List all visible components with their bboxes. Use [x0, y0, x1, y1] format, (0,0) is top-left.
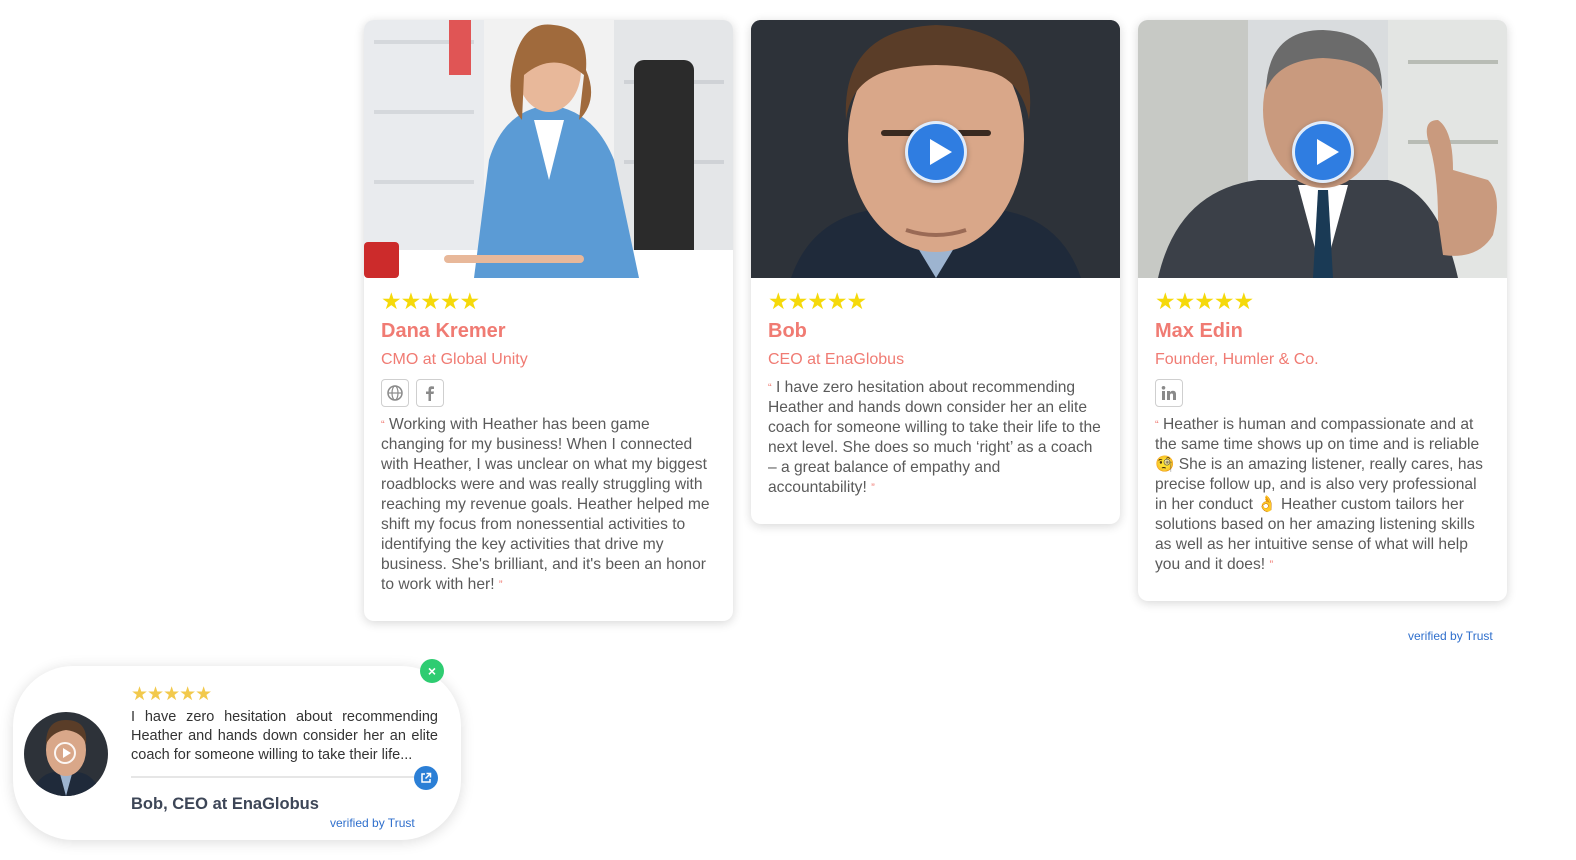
- facebook-icon[interactable]: [416, 379, 444, 407]
- play-video-button[interactable]: [1291, 121, 1354, 183]
- reviewer-role: CMO at Global Unity: [381, 351, 528, 368]
- reviewer-name: Max Edin: [1155, 320, 1243, 342]
- social-links: [381, 379, 716, 407]
- open-quote-mark: “: [768, 382, 772, 394]
- popup-author: Bob, CEO at EnaGlobus: [131, 795, 319, 813]
- rating-stars: ★★★★★: [131, 684, 212, 705]
- external-link-icon[interactable]: [414, 766, 438, 790]
- testimonial-card-1: ★★★★★ Dana Kremer CMO at Global Unity “ …: [364, 20, 733, 621]
- reviewer-name: Dana Kremer: [381, 320, 506, 342]
- open-quote-mark: “: [1155, 419, 1159, 431]
- quote-text: I have zero hesitation about recommendin…: [768, 379, 1101, 496]
- rating-stars: ★★★★★: [381, 288, 480, 314]
- reviewer-role: Founder, Humler & Co.: [1155, 351, 1319, 368]
- close-quote-mark: ”: [871, 482, 875, 494]
- testimonial-card-2: ★★★★★ Bob CEO at EnaGlobus “ I have zero…: [751, 20, 1120, 524]
- testimonial-card-3: ★★★★★ Max Edin Founder, Humler & Co. “ H…: [1138, 20, 1507, 601]
- open-quote-mark: “: [381, 419, 385, 431]
- testimonial-quote: “ Heather is human and compassionate and…: [1155, 415, 1490, 575]
- testimonial-popup: × ★★★★★ I have zero hesitation about rec…: [13, 659, 461, 840]
- linkedin-icon[interactable]: [1155, 379, 1183, 407]
- popup-quote-text: I have zero hesitation about recommendin…: [131, 709, 438, 763]
- testimonial-photo: [1138, 20, 1507, 278]
- play-video-button[interactable]: [904, 121, 967, 183]
- testimonial-photo: [364, 20, 733, 278]
- close-quote-mark: ”: [1269, 559, 1274, 571]
- avatar[interactable]: [24, 712, 108, 796]
- globe-icon[interactable]: [381, 379, 409, 407]
- reviewer-role: CEO at EnaGlobus: [768, 351, 905, 368]
- woman-office-photo: [364, 20, 733, 278]
- social-links: [1155, 379, 1490, 407]
- reviewer-name: Bob: [768, 320, 807, 342]
- play-icon[interactable]: [54, 742, 76, 764]
- rating-stars: ★★★★★: [768, 288, 867, 314]
- testimonial-photo: [751, 20, 1120, 278]
- quote-text: Working with Heather has been game chang…: [381, 416, 710, 593]
- rating-stars: ★★★★★: [1155, 288, 1254, 314]
- testimonial-quote: “ Working with Heather has been game cha…: [381, 415, 716, 595]
- divider: [131, 776, 417, 778]
- verified-by-trust-link[interactable]: verified by Trust: [330, 816, 415, 830]
- close-quote-mark: ”: [498, 579, 503, 591]
- close-icon[interactable]: ×: [420, 659, 444, 683]
- testimonial-quote: “ I have zero hesitation about recommend…: [768, 378, 1103, 498]
- verified-by-trust-link[interactable]: verified by Trust: [1408, 629, 1493, 643]
- quote-text: Heather is human and compassionate and a…: [1155, 416, 1483, 573]
